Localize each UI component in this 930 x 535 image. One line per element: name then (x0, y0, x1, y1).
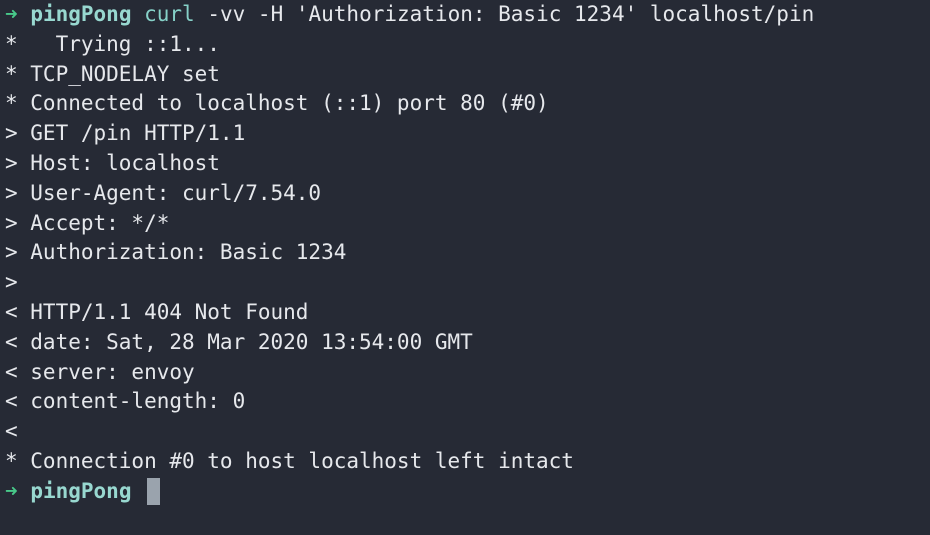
command-line: ➜ pingPong curl -vv -H 'Authorization: B… (5, 0, 930, 30)
output-line: < content-length: 0 (5, 389, 246, 414)
prompt-arrow-icon: ➜ (5, 2, 18, 26)
text-cursor[interactable] (147, 478, 161, 506)
output-line: > Authorization: Basic 1234 (5, 240, 347, 265)
prompt-directory: pingPong (30, 2, 132, 26)
prompt-arrow-icon: ➜ (5, 478, 18, 503)
output-line: * Connection #0 to host localhost left i… (5, 448, 574, 473)
output-line: * TCP_NODELAY set (5, 61, 220, 86)
output-line: < (5, 419, 18, 444)
output-line: > Host: localhost (5, 150, 220, 175)
output-line: > User-Agent: curl/7.54.0 (5, 180, 322, 205)
command-program: curl (144, 2, 195, 26)
output-line: < date: Sat, 28 Mar 2020 13:54:00 GMT (5, 329, 473, 354)
terminal-window[interactable]: ➜ pingPong curl -vv -H 'Authorization: B… (0, 0, 930, 535)
output-line: > Accept: */* (5, 210, 170, 235)
output-line: * Trying ::1... (5, 31, 220, 56)
prompt-directory: pingPong (30, 478, 132, 503)
output-line: * Connected to localhost (::1) port 80 (… (5, 91, 549, 116)
output-line: < server: envoy (5, 359, 195, 384)
output-line: > GET /pin HTTP/1.1 (5, 121, 246, 146)
output-line: < HTTP/1.1 404 Not Found (5, 299, 309, 324)
current-prompt-line[interactable]: ➜ pingPong (5, 477, 930, 507)
output-line: > (5, 270, 18, 295)
command-args: -vv -H 'Authorization: Basic 1234' local… (207, 2, 815, 26)
